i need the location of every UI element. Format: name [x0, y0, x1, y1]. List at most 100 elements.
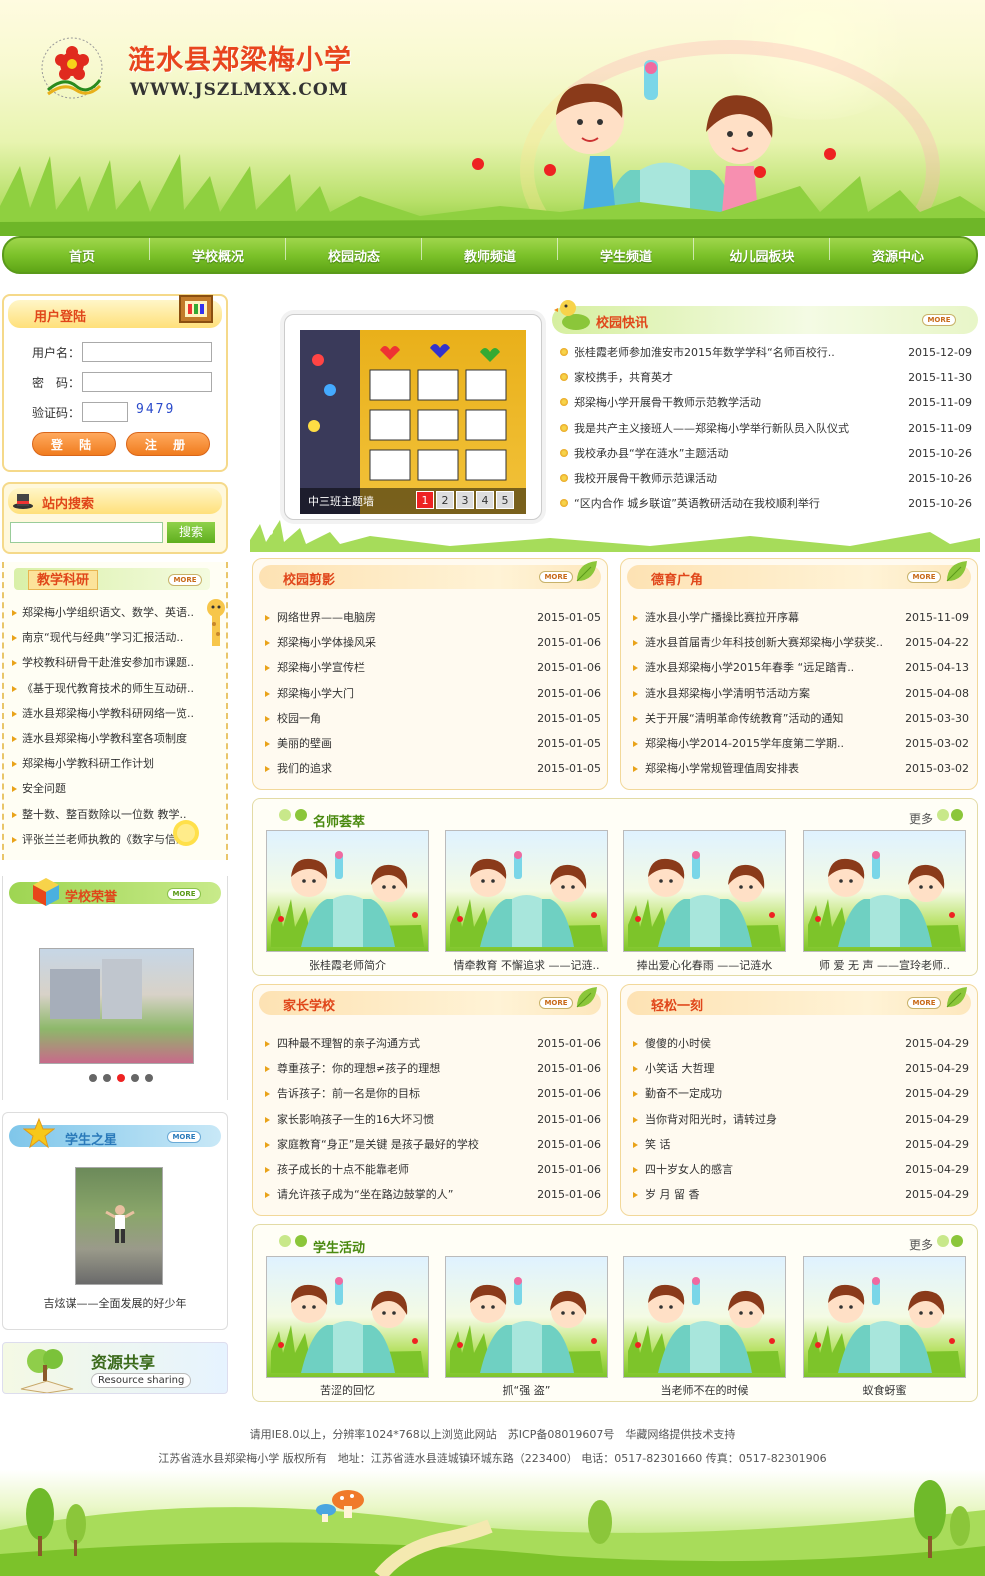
password-field[interactable] [82, 372, 212, 392]
teachers-thumbnail[interactable] [623, 830, 786, 952]
list-item[interactable]: 郑梁梅小学2014-2015学年度第二学期.. 2015-03-02 [631, 731, 969, 756]
list-item[interactable]: 告诉孩子：前一名是你的目标 2015-01-06 [263, 1081, 601, 1106]
username-field[interactable] [82, 342, 212, 362]
list-item[interactable]: 家长影响孩子一生的16大坏习惯 2015-01-06 [263, 1107, 601, 1132]
activities-thumbnail[interactable] [803, 1256, 966, 1378]
slide-dot-active[interactable] [117, 1074, 125, 1082]
teachers-caption[interactable]: 师 爱 无 声 ——宣玲老师.. [803, 957, 966, 973]
list-item[interactable]: “区内合作 城乡联谊”英语教研活动在我校顺利举行 2015-10-26 [560, 491, 972, 516]
news-more-button[interactable]: MORE [922, 314, 956, 326]
slideshow-page-4[interactable]: 4 [476, 491, 494, 509]
teachers-thumbnail[interactable] [445, 830, 608, 952]
nav-teacher-channel[interactable]: 教师频道 [422, 237, 558, 265]
nav-campus-news[interactable]: 校园动态 [286, 237, 422, 265]
honors-more-button[interactable]: MORE [167, 888, 201, 900]
list-item[interactable]: 网络世界——电脑房 2015-01-05 [263, 605, 601, 630]
list-item[interactable]: 涟水县郑梁梅小学教科室各项制度 [10, 726, 206, 751]
activities-caption[interactable]: 抓“强 盗” [445, 1382, 608, 1398]
research-more-button[interactable]: MORE [168, 574, 202, 586]
list-item[interactable]: 请允许孩子成为“坐在路边鼓掌的人” 2015-01-06 [263, 1182, 601, 1207]
slideshow-page-1[interactable]: 1 [416, 491, 434, 509]
list-item[interactable]: 涟水县郑梁梅小学2015年春季 “远足踏青.. 2015-04-13 [631, 655, 969, 680]
list-item[interactable]: 安全问题 [10, 776, 206, 801]
list-item[interactable]: 南京“现代与经典”学习汇报活动.. [10, 625, 206, 650]
list-item[interactable]: 学校教科研骨干赴淮安参加市课题.. [10, 650, 206, 675]
activities-thumbnail[interactable] [445, 1256, 608, 1378]
list-item[interactable]: 涟水县郑梁梅小学清明节活动方案 2015-04-08 [631, 681, 969, 706]
activities-thumbnail[interactable] [266, 1256, 429, 1378]
honors-photo[interactable] [39, 948, 194, 1064]
slide-dot[interactable] [131, 1074, 139, 1082]
slideshow-image[interactable] [300, 330, 526, 514]
list-item[interactable]: 校园一角 2015-01-05 [263, 706, 601, 731]
activities-caption[interactable]: 蚁食蚜蜜 [803, 1382, 966, 1398]
list-item[interactable]: 郑梁梅小学组织语文、数学、英语.. [10, 600, 206, 625]
list-item[interactable]: 郑梁梅小学体操风采 2015-01-06 [263, 630, 601, 655]
slide-dot[interactable] [89, 1074, 97, 1082]
activities-more-link[interactable]: 更多 [909, 1236, 933, 1253]
list-item[interactable]: 《基于现代教育技术的师生互动研.. [10, 676, 206, 701]
list-item[interactable]: 张桂霞老师参加淮安市2015年数学学科“名师百校行.. 2015-12-09 [560, 340, 972, 365]
teachers-caption[interactable]: 张桂霞老师简介 [266, 957, 429, 973]
nav-student-channel[interactable]: 学生频道 [558, 237, 694, 265]
list-item[interactable]: 涟水县小学广播操比赛拉开序幕 2015-11-09 [631, 605, 969, 630]
moral-more-button[interactable]: MORE [907, 571, 941, 583]
list-item[interactable]: 郑梁梅小学教科研工作计划 [10, 751, 206, 776]
list-item[interactable]: 笑 话 2015-04-29 [631, 1132, 969, 1157]
student-star-photo[interactable] [75, 1167, 163, 1285]
activities-caption[interactable]: 当老师不在的时候 [623, 1382, 786, 1398]
activities-thumbnail[interactable] [623, 1256, 786, 1378]
list-item[interactable]: 郑梁梅小学开展骨干教师示范教学活动 2015-11-09 [560, 390, 972, 415]
search-input[interactable] [10, 522, 163, 543]
list-item[interactable]: 美丽的壁画 2015-01-05 [263, 731, 601, 756]
campus-more-button[interactable]: MORE [539, 571, 573, 583]
nav-kindergarten[interactable]: 幼儿园板块 [694, 237, 830, 265]
list-item[interactable]: 我们的追求 2015-01-05 [263, 756, 601, 781]
teachers-caption[interactable]: 捧出爱心化春雨 ——记涟水 [623, 957, 786, 973]
list-item[interactable]: 尊重孩子：你的理想≠孩子的理想 2015-01-06 [263, 1056, 601, 1081]
student-star-caption[interactable]: 吉炫谋——全面发展的好少年 [3, 1295, 227, 1311]
list-item[interactable]: 勤奋不一定成功 2015-04-29 [631, 1081, 969, 1106]
list-item[interactable]: 我校开展骨干教师示范课活动 2015-10-26 [560, 466, 972, 491]
list-item[interactable]: 孩子成长的十点不能靠老师 2015-01-06 [263, 1157, 601, 1182]
list-item[interactable]: 家庭教育“身正”是关键 是孩子最好的学校 2015-01-06 [263, 1132, 601, 1157]
list-item[interactable]: 我校承办县“学在涟水”主题活动 2015-10-26 [560, 441, 972, 466]
list-item[interactable]: 当你背对阳光时，请转过身 2015-04-29 [631, 1107, 969, 1132]
teachers-more-link[interactable]: 更多 [909, 810, 933, 827]
nav-resource-center[interactable]: 资源中心 [830, 246, 966, 265]
teachers-thumbnail[interactable] [266, 830, 429, 952]
list-item[interactable]: 郑梁梅小学常规管理值周安排表 2015-03-02 [631, 756, 969, 781]
relax-more-button[interactable]: MORE [907, 997, 941, 1009]
list-item[interactable]: 关于开展“清明革命传统教育”活动的通知 2015-03-30 [631, 706, 969, 731]
teachers-thumbnail[interactable] [803, 830, 966, 952]
list-item[interactable]: 傻傻的小时侯 2015-04-29 [631, 1031, 969, 1056]
slideshow-page-2[interactable]: 2 [436, 491, 454, 509]
login-button[interactable]: 登 陆 [32, 432, 116, 456]
register-button[interactable]: 注 册 [126, 432, 210, 456]
list-item[interactable]: 郑梁梅小学大门 2015-01-06 [263, 681, 601, 706]
resource-sharing-banner[interactable]: 资源共享 Resource sharing [2, 1342, 228, 1394]
slide-dot[interactable] [145, 1074, 153, 1082]
teachers-caption[interactable]: 情牵教育 不懈追求 ——记涟.. [445, 957, 608, 973]
list-item[interactable]: 家校携手，共育英才 2015-11-30 [560, 365, 972, 390]
slideshow-page-3[interactable]: 3 [456, 491, 474, 509]
list-item[interactable]: 四种最不理智的亲子沟通方式 2015-01-06 [263, 1031, 601, 1056]
captcha-image[interactable]: 9479 [136, 402, 175, 417]
nav-school-overview[interactable]: 学校概况 [150, 237, 286, 265]
sun-icon [173, 820, 199, 846]
list-item[interactable]: 涟水县郑梁梅小学教科研网络一览.. [10, 701, 206, 726]
list-item[interactable]: 四十岁女人的感言 2015-04-29 [631, 1157, 969, 1182]
list-item[interactable]: 小笑话 大哲理 2015-04-29 [631, 1056, 969, 1081]
slide-dot[interactable] [103, 1074, 111, 1082]
list-item[interactable]: 郑梁梅小学宣传栏 2015-01-06 [263, 655, 601, 680]
list-item[interactable]: 岁 月 留 香 2015-04-29 [631, 1182, 969, 1207]
list-item[interactable]: 涟水县首届青少年科技创新大赛郑梁梅小学获奖.. 2015-04-22 [631, 630, 969, 655]
stars-more-button[interactable]: MORE [167, 1131, 201, 1143]
parents-more-button[interactable]: MORE [539, 997, 573, 1009]
search-button[interactable]: 搜索 [167, 522, 215, 543]
slideshow-page-5[interactable]: 5 [496, 491, 514, 509]
list-item[interactable]: 我是共产主义接班人——郑梁梅小学举行新队员入队仪式 2015-11-09 [560, 416, 972, 441]
captcha-field[interactable] [82, 402, 128, 422]
activities-caption[interactable]: 苦涩的回忆 [266, 1382, 429, 1398]
nav-home[interactable]: 首页 [14, 237, 150, 265]
